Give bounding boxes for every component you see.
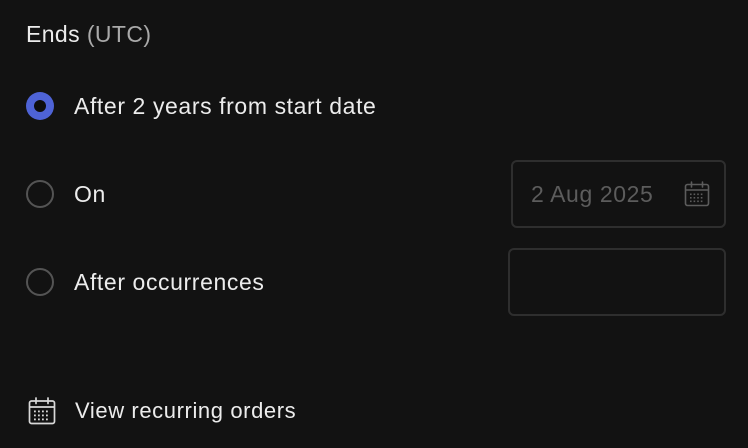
occurrences-input[interactable] [510,250,724,314]
section-title-timezone: (UTC) [86,21,152,47]
option-after-occurrences[interactable]: After occurrences [26,265,264,299]
radio-button[interactable] [26,268,54,296]
radio-button[interactable] [26,180,54,208]
end-date-field[interactable]: 2 Aug 2025 [511,160,726,228]
option-on-date[interactable]: On [26,177,106,211]
radio-button-checked[interactable] [26,92,54,120]
calendar-icon [28,397,56,425]
section-title-text: Ends [26,21,81,47]
option-label: After occurrences [74,268,265,295]
option-label: On [74,180,106,207]
option-label: After 2 years from start date [74,92,377,119]
calendar-icon[interactable] [684,181,710,207]
occurrences-field-wrapper [508,248,726,316]
view-recurring-orders-label: View recurring orders [75,398,297,423]
option-after-2-years[interactable]: After 2 years from start date [26,89,376,123]
section-title: Ends (UTC) [26,19,151,49]
view-recurring-orders-link[interactable]: View recurring orders [28,395,296,427]
end-date-value: 2 Aug 2025 [531,180,654,207]
